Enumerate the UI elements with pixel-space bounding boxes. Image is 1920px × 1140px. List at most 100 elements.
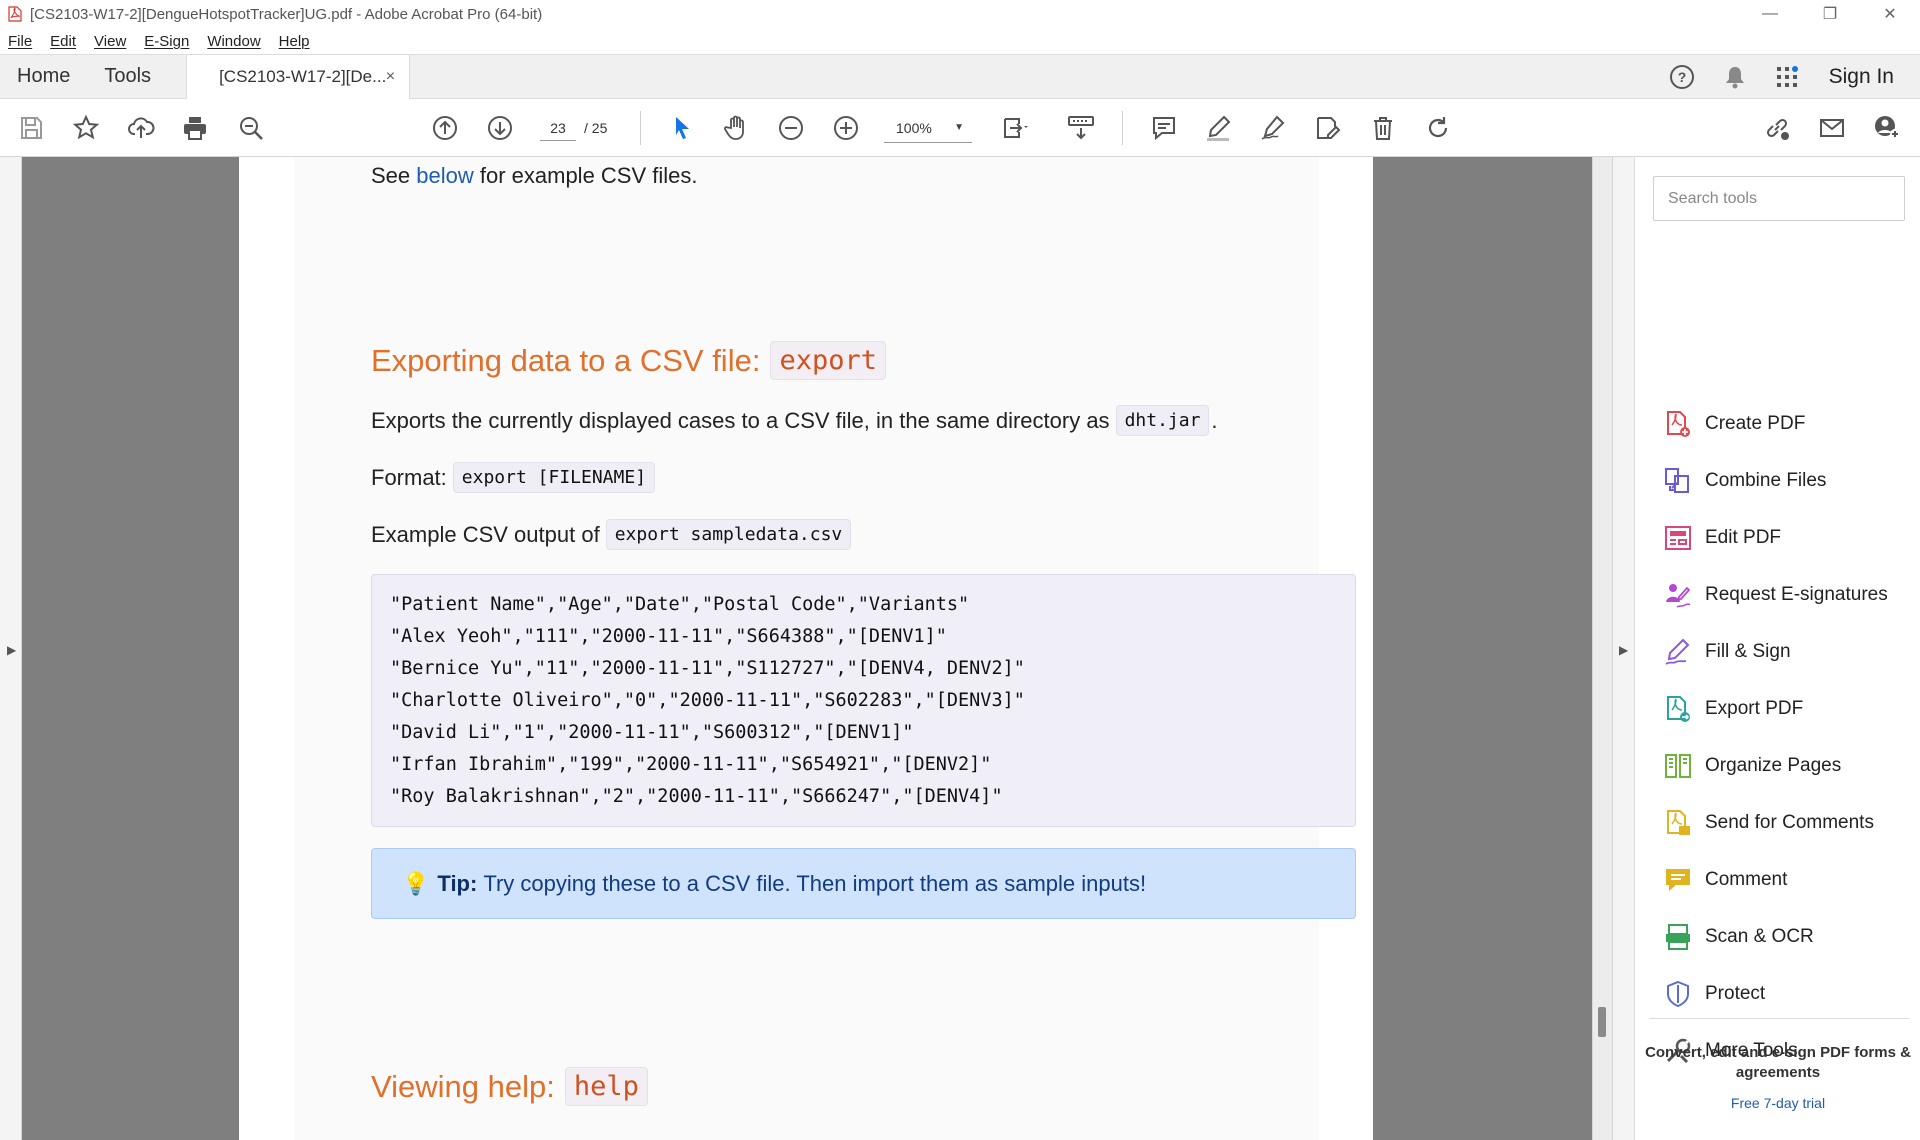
find-button[interactable] — [236, 113, 266, 143]
tool-export-pdf[interactable]: Export PDF — [1663, 689, 1803, 729]
free-trial-link[interactable]: Free 7-day trial — [1635, 1095, 1920, 1111]
tool-send-for-comments[interactable]: Send for Comments — [1663, 803, 1874, 843]
menu-window[interactable]: Window — [207, 33, 260, 50]
tool-label: Fill & Sign — [1705, 641, 1791, 662]
printer-icon — [184, 117, 206, 140]
envelope-icon — [1820, 119, 1844, 137]
search-tools-input[interactable]: Search tools — [1653, 176, 1905, 221]
vertical-scrollbar[interactable] — [1592, 157, 1612, 1140]
sign-in-button[interactable]: Sign In — [1829, 65, 1894, 89]
help-heading: Viewing help: help — [371, 1067, 648, 1106]
edit-pdf-button[interactable] — [1313, 113, 1343, 143]
page-number-input[interactable]: 23 — [540, 115, 576, 141]
comment-icon — [1666, 869, 1690, 891]
menu-esign[interactable]: E-Sign — [144, 33, 189, 50]
example-label: Example CSV output of — [371, 521, 600, 547]
csv-line: "David Li","1","2000-11-11","S600312","[… — [390, 722, 914, 743]
menu-file[interactable]: File — [8, 33, 32, 50]
export-description: Exports the currently displayed cases to… — [371, 405, 1218, 436]
tool-request-esignatures[interactable]: Request E-signatures — [1663, 575, 1888, 615]
pane-divider — [1649, 1018, 1909, 1019]
tool-combine-files[interactable]: Combine Files — [1663, 461, 1826, 501]
apps-grid-icon[interactable] — [1775, 64, 1801, 90]
document-viewport[interactable]: See below for example CSV files. Exporti… — [22, 157, 1592, 1140]
share-user-button[interactable] — [1872, 113, 1902, 143]
scroll-mode-button[interactable] — [1066, 113, 1096, 143]
see-below-paragraph: See below for example CSV files. — [371, 163, 698, 189]
next-page-button[interactable] — [485, 113, 515, 143]
restore-button[interactable]: ❐ — [1800, 0, 1860, 28]
csv-line: "Bernice Yu","11","2000-11-11","S112727"… — [390, 658, 1025, 679]
csv-code-block: "Patient Name","Age","Date","Postal Code… — [371, 574, 1356, 827]
bookmark-button[interactable] — [71, 113, 101, 143]
hand-icon — [724, 115, 744, 140]
tool-protect[interactable]: Protect — [1663, 974, 1765, 1014]
acrobat-app-icon — [8, 6, 22, 22]
minus-circle-icon — [779, 116, 803, 140]
select-tool-button[interactable] — [667, 113, 697, 143]
tool-label: Combine Files — [1705, 470, 1827, 491]
print-button[interactable] — [180, 113, 210, 143]
tool-scan-ocr[interactable]: Scan & OCR — [1663, 917, 1814, 957]
menu-view[interactable]: View — [94, 33, 126, 50]
right-panel-toggle[interactable]: ▶ — [1612, 157, 1634, 1140]
zoom-out-button[interactable] — [776, 113, 806, 143]
tool-fill-sign[interactable]: Fill & Sign — [1663, 632, 1791, 672]
save-button[interactable] — [16, 113, 46, 143]
delete-button[interactable] — [1368, 113, 1398, 143]
export-description-end: . — [1211, 407, 1218, 433]
format-label: Format: — [371, 464, 447, 490]
export-pdf-icon — [1667, 696, 1690, 722]
export-heading: Exporting data to a CSV file: export — [371, 341, 886, 380]
page-display-button[interactable] — [1000, 113, 1030, 143]
zoom-level-value: 100% — [896, 120, 932, 136]
promo-text: Convert, edit and e-sign PDF forms & agr… — [1645, 1044, 1911, 1081]
csv-line: "Charlotte Oliveiro","0","2000-11-11","S… — [390, 690, 1025, 711]
tab-tools[interactable]: Tools — [87, 55, 168, 99]
title-bar: [CS2103-W17-2][DengueHotspotTracker]UG.p… — [0, 0, 1920, 28]
tab-document[interactable]: [CS2103-W17-2][De... × — [186, 54, 411, 100]
comment-button[interactable] — [1149, 113, 1179, 143]
close-window-button[interactable]: ✕ — [1860, 0, 1920, 28]
zoom-in-button[interactable] — [831, 113, 861, 143]
comment-icon — [1153, 117, 1175, 141]
upload-button[interactable] — [126, 113, 156, 143]
export-description-text: Exports the currently displayed cases to… — [371, 407, 1110, 433]
help-icon[interactable]: ? — [1669, 64, 1695, 90]
example-code: export sampledata.csv — [605, 519, 852, 550]
add-user-icon — [1875, 116, 1900, 139]
expand-left-icon: ▶ — [7, 643, 17, 657]
fit-page-icon — [1004, 118, 1028, 138]
lightbulb-icon: 💡 — [402, 870, 430, 896]
tool-create-pdf[interactable]: Create PDF — [1663, 404, 1805, 444]
bell-icon[interactable] — [1723, 64, 1747, 90]
email-button[interactable] — [1817, 113, 1847, 143]
tool-label: Scan & OCR — [1705, 926, 1814, 947]
hand-tool-button[interactable] — [721, 113, 751, 143]
menu-edit[interactable]: Edit — [50, 33, 76, 50]
highlight-button[interactable] — [1203, 113, 1233, 143]
tool-comment[interactable]: Comment — [1663, 860, 1787, 900]
protect-icon — [1667, 980, 1689, 1008]
close-tab-icon[interactable]: × — [386, 68, 395, 86]
chevron-down-icon: ▼ — [954, 122, 964, 133]
page-total: / 25 — [584, 120, 608, 136]
tip-callout: 💡 Tip: Try copying these to a CSV file. … — [371, 848, 1356, 919]
scrollbar-thumb[interactable] — [1598, 1007, 1606, 1037]
sign-button[interactable] — [1258, 113, 1288, 143]
tab-home[interactable]: Home — [0, 55, 87, 99]
below-link[interactable]: below — [416, 163, 473, 188]
highlighter-icon — [1207, 115, 1231, 141]
tool-edit-pdf[interactable]: Edit PDF — [1663, 518, 1781, 558]
rotate-button[interactable] — [1423, 113, 1453, 143]
help-heading-code: help — [564, 1067, 648, 1106]
menu-help[interactable]: Help — [279, 33, 310, 50]
tool-organize-pages[interactable]: Organize Pages — [1663, 746, 1841, 786]
previous-page-button[interactable] — [430, 113, 460, 143]
zoom-level-select[interactable]: 100% ▼ — [884, 113, 972, 143]
minimize-button[interactable]: — — [1740, 0, 1800, 28]
keyboard-scroll-icon — [1068, 116, 1094, 140]
share-link-button[interactable] — [1762, 113, 1792, 143]
left-panel-toggle[interactable]: ▶ — [0, 157, 22, 1140]
tip-label: Tip: — [437, 870, 478, 896]
